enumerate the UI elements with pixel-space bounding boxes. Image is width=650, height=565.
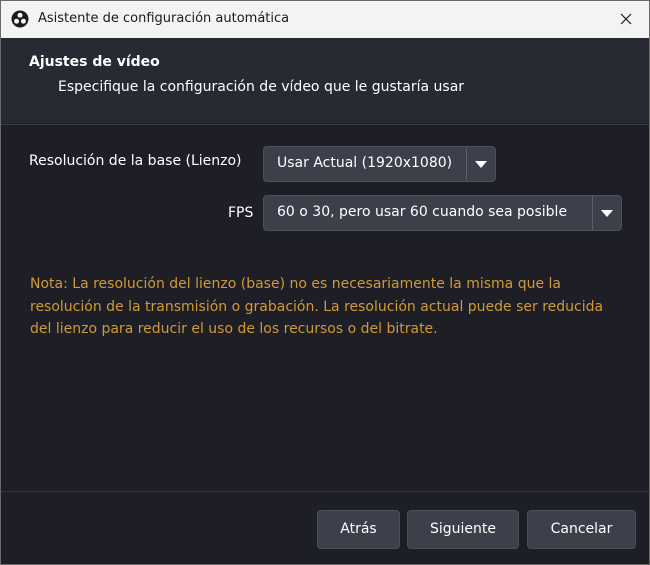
fps-select[interactable]: 60 o 30, pero usar 60 cuando sea posible [263,195,622,231]
back-button[interactable]: Atrás [317,510,400,549]
fps-label: FPS [228,205,254,221]
select-divider [466,147,467,181]
page-title: Ajustes de vídeo [29,54,160,70]
header-divider [1,124,649,125]
chevron-down-icon [601,210,613,217]
window-title: Asistente de configuración automática [38,11,290,26]
cancel-button[interactable]: Cancelar [527,510,636,549]
fps-value: 60 o 30, pero usar 60 cuando sea posible [277,204,568,220]
close-button[interactable] [603,1,649,38]
page-subtitle: Especifique la configuración de vídeo qu… [58,79,465,95]
base-resolution-label: Resolución de la base (Lienzo) [29,153,242,169]
select-divider [592,196,593,230]
wizard-window: Asistente de configuración automática Aj… [0,0,650,565]
resolution-note: Nota: La resolución del lienzo (base) no… [30,276,604,337]
base-resolution-select[interactable]: Usar Actual (1920x1080) [263,146,496,182]
base-resolution-value: Usar Actual (1920x1080) [277,155,453,171]
close-icon [620,13,632,25]
chevron-down-icon [475,161,487,168]
obs-logo-icon [11,10,29,28]
next-button[interactable]: Siguiente [407,510,519,549]
page-header: Ajustes de vídeo Especifique la configur… [1,38,649,123]
title-bar: Asistente de configuración automática [1,1,649,38]
footer-divider [1,491,649,492]
